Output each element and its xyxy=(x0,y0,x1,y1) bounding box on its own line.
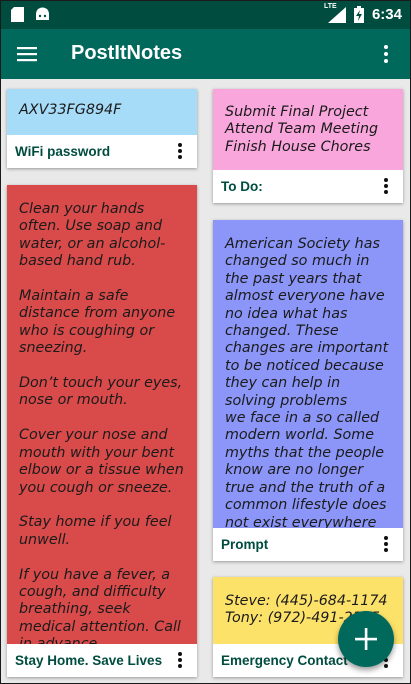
note-footer: WiFi password xyxy=(7,135,197,168)
note-footer: Prompt xyxy=(213,528,403,561)
network-type-label: LTE xyxy=(323,2,337,10)
note-more-icon[interactable] xyxy=(170,141,190,161)
note-body: Clean your hands often. Use soap and wat… xyxy=(7,185,197,652)
note-card[interactable]: American Society has changed so much in … xyxy=(213,220,403,561)
add-note-button[interactable] xyxy=(338,611,394,667)
note-card[interactable]: AXV33FG894F WiFi password xyxy=(7,89,197,168)
note-text: American Society has changed so much in … xyxy=(225,236,389,531)
app-window: LTE 6:34 PostItNotes AXV33FG894F WiFi pa… xyxy=(1,1,410,683)
android-icon xyxy=(35,7,49,22)
note-text: AXV33FG894F xyxy=(19,102,122,118)
note-label: Stay Home. Save Lives xyxy=(15,653,163,668)
note-more-icon[interactable] xyxy=(170,650,190,670)
note-footer: To Do: xyxy=(213,170,403,203)
note-label: To Do: xyxy=(221,179,263,194)
note-more-icon[interactable] xyxy=(376,534,396,554)
notes-grid: AXV33FG894F WiFi password Submit Final P… xyxy=(1,79,410,683)
note-body: Submit Final Project Attend Team Meeting… xyxy=(213,89,403,170)
note-label: Prompt xyxy=(221,537,269,552)
signal-icon: LTE xyxy=(324,3,346,23)
status-time: 6:34 xyxy=(371,6,402,23)
battery-charging-icon xyxy=(353,6,364,23)
note-card[interactable]: Submit Final Project Attend Team Meeting… xyxy=(213,89,403,203)
note-footer: Stay Home. Save Lives xyxy=(7,644,197,677)
note-label: WiFi password xyxy=(15,144,111,159)
status-bar: LTE 6:34 xyxy=(1,1,410,29)
note-card[interactable]: Clean your hands often. Use soap and wat… xyxy=(7,185,197,677)
plus-icon xyxy=(355,628,377,650)
note-more-icon[interactable] xyxy=(376,176,396,196)
note-label: Emergency Contact xyxy=(221,653,348,668)
note-body: AXV33FG894F xyxy=(7,89,197,135)
hamburger-menu-icon[interactable] xyxy=(15,42,39,66)
overflow-menu-icon[interactable] xyxy=(374,42,398,66)
note-body: American Society has changed so much in … xyxy=(213,220,403,531)
note-text: Submit Final Project Attend Team Meeting… xyxy=(225,104,379,155)
note-text: Clean your hands often. Use soap and wat… xyxy=(19,201,184,652)
app-title: PostItNotes xyxy=(71,42,183,64)
sd-card-icon xyxy=(11,7,25,22)
app-bar: PostItNotes xyxy=(1,29,410,79)
